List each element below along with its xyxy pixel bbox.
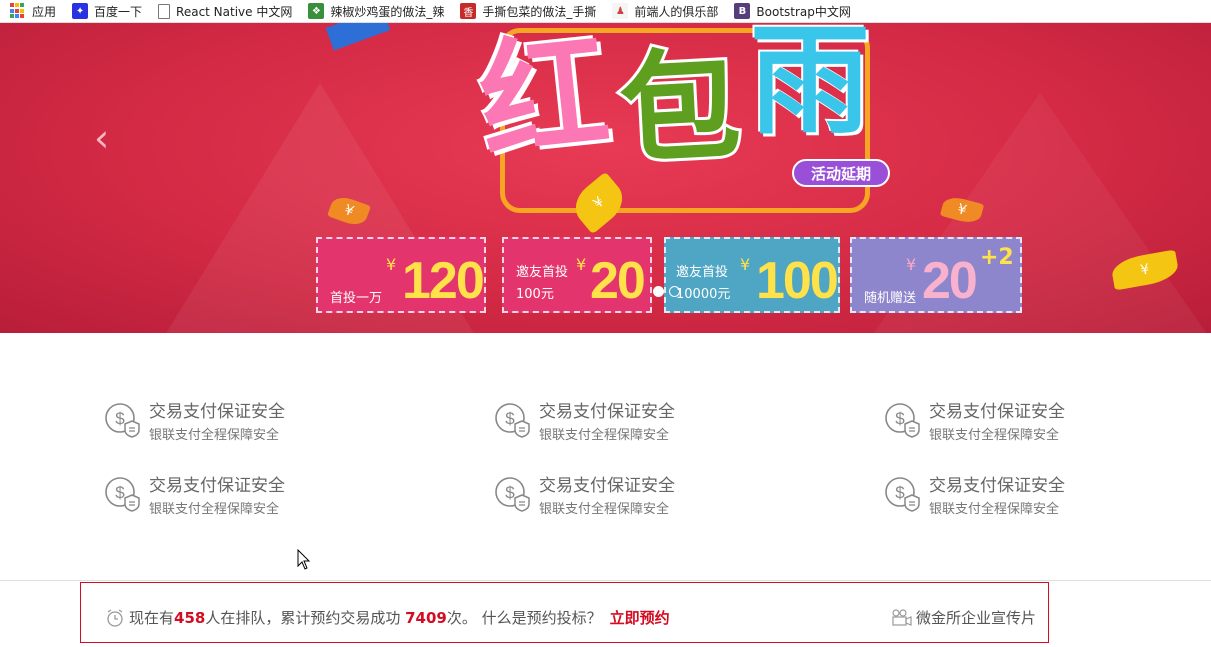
feature-title: 交易支付保证安全 — [149, 476, 285, 496]
feature-item: $ 交易支付保证安全银联支付全程保障安全 — [494, 400, 754, 456]
bookmark-apps[interactable]: 应用 — [10, 3, 56, 20]
coupon-label: 邀友首投 — [676, 265, 729, 280]
secure-payment-icon: $ — [885, 477, 920, 512]
queue-notice: 现在有 458 人在排队，累计预约交易成功 7409 次。 什么是预约投标？ 立即预约… — [80, 582, 1049, 643]
coupon-card: 首投一万 ¥ 120 — [316, 237, 486, 313]
currency-symbol: ¥ — [740, 255, 751, 274]
secure-payment-icon: $ — [105, 403, 140, 438]
club-icon: ♟ — [612, 3, 629, 19]
carousel-dot-active[interactable] — [653, 286, 664, 297]
extended-badge: 活动延期 — [792, 159, 890, 187]
svg-text:$: $ — [895, 483, 905, 502]
promo-banner[interactable]: ‹ 红 包 雨 活动延期 ¥ ¥ ¥ ¥ 首投一万 ¥ 120 邀友首投 100… — [0, 23, 1211, 333]
feature-title: 交易支付保证安全 — [539, 476, 675, 496]
mouse-cursor-icon — [297, 549, 311, 570]
feature-item: $ 交易支付保证安全银联支付全程保障安全 — [884, 400, 1144, 456]
svg-text:$: $ — [895, 409, 905, 428]
bookmark-label: 前端人的俱乐部 — [634, 4, 719, 19]
bookmark-recipe-1[interactable]: ❖ 辣椒炒鸡蛋的做法_辣 — [308, 3, 444, 20]
carousel-prev-button[interactable]: ‹ — [94, 118, 118, 158]
bookmark-baidu[interactable]: ✦ 百度一下 — [72, 3, 142, 20]
title-char: 雨 — [750, 23, 870, 151]
coupon-card: 随机赠送 ¥ 20 +2 — [850, 237, 1022, 313]
page-icon — [158, 3, 171, 19]
feature-item: $ 交易支付保证安全银联支付全程保障安全 — [104, 400, 364, 456]
feature-title: 交易支付保证安全 — [929, 476, 1065, 496]
coupon-label: 邀友首投 — [516, 265, 569, 280]
success-count: 7409 — [405, 608, 447, 627]
section-divider — [0, 580, 1211, 581]
recipe-icon: ❖ — [308, 3, 325, 19]
feature-subtitle: 银联支付全程保障安全 — [539, 502, 670, 517]
secure-payment-icon: $ — [105, 477, 140, 512]
bookmark-label: 百度一下 — [94, 4, 143, 19]
svg-text:$: $ — [505, 409, 515, 428]
coupon-value: 120 — [402, 252, 485, 310]
bookmark-recipe-2[interactable]: 香 手撕包菜的做法_手撕 — [460, 3, 596, 20]
svg-text:$: $ — [115, 483, 125, 502]
feature-subtitle: 银联支付全程保障安全 — [539, 428, 670, 443]
feature-item: $ 交易支付保证安全银联支付全程保障安全 — [884, 474, 1144, 530]
title-char: 红 — [472, 23, 616, 179]
bootstrap-icon: B — [734, 3, 751, 19]
video-camera-icon — [892, 608, 912, 626]
secure-payment-icon: $ — [495, 477, 530, 512]
bookmark-bootstrap[interactable]: B Bootstrap中文网 — [734, 3, 851, 20]
notice-question: 次。 什么是预约投标？ — [446, 609, 602, 627]
notice-mid: 人在排队，累计预约交易成功 — [205, 609, 401, 627]
bookmark-label: Bootstrap中文网 — [756, 4, 851, 19]
feature-title: 交易支付保证安全 — [149, 402, 285, 422]
feature-subtitle: 银联支付全程保障安全 — [149, 428, 280, 443]
alarm-clock-icon — [107, 608, 123, 627]
secure-payment-icon: $ — [495, 403, 530, 438]
title-char: 包 — [613, 31, 746, 184]
feature-item: $ 交易支付保证安全银联支付全程保障安全 — [494, 474, 754, 530]
coupon-card: 邀友首投 10000元 ¥ 100 — [664, 237, 840, 313]
baidu-paw-icon: ✦ — [72, 3, 89, 19]
secure-payment-icon: $ — [885, 403, 920, 438]
coupon-sublabel: 100元 — [516, 287, 554, 302]
coupon-value: 100 — [756, 252, 839, 310]
feature-title: 交易支付保证安全 — [929, 402, 1065, 422]
feature-title: 交易支付保证安全 — [539, 402, 675, 422]
bookmark-label: 应用 — [32, 4, 57, 19]
queue-count: 458 — [174, 608, 206, 627]
currency-symbol: ¥ — [576, 255, 587, 274]
bookmarks-bar: 应用 ✦ 百度一下 React Native 中文网 ❖ 辣椒炒鸡蛋的做法_辣 … — [0, 0, 1211, 23]
coupon-value: 20 — [590, 252, 646, 310]
company-video-link[interactable]: 微金所企业宣传片 — [891, 607, 1036, 628]
bookmark-label: 手撕包菜的做法_手撕 — [482, 4, 597, 19]
coupon-card: 邀友首投 100元 ¥ 20 — [502, 237, 652, 313]
video-label: 微金所企业宣传片 — [915, 609, 1036, 627]
reserve-now-link[interactable]: 立即预约 — [610, 607, 670, 628]
queue-text: 现在有 458 人在排队，累计预约交易成功 7409 次。 什么是预约投标？ 立即预约 — [105, 607, 670, 628]
currency-symbol: ¥ — [906, 255, 917, 274]
coupon-bonus: +2 — [980, 245, 1014, 270]
notice-prefix: 现在有 — [129, 609, 175, 627]
bookmark-label: 辣椒炒鸡蛋的做法_辣 — [330, 4, 445, 19]
feature-item: $ 交易支付保证安全银联支付全程保障安全 — [104, 474, 364, 530]
bookmark-label: React Native 中文网 — [176, 4, 293, 19]
bookmark-club[interactable]: ♟ 前端人的俱乐部 — [612, 3, 718, 20]
coupon-value: 20 — [922, 252, 978, 310]
apps-grid-icon — [10, 3, 26, 19]
coupon-label: 随机赠送 — [864, 291, 917, 306]
svg-text:$: $ — [505, 483, 515, 502]
corner-tag — [325, 23, 391, 51]
carousel-dot[interactable] — [669, 286, 680, 297]
coupon-sublabel: 10000元 — [676, 287, 731, 302]
feature-subtitle: 银联支付全程保障安全 — [929, 502, 1060, 517]
currency-symbol: ¥ — [386, 255, 397, 274]
feature-subtitle: 银联支付全程保障安全 — [149, 502, 280, 517]
svg-text:$: $ — [115, 409, 125, 428]
coupon-label: 首投一万 — [330, 291, 383, 306]
xiang-icon: 香 — [460, 3, 477, 19]
bookmark-react-native[interactable]: React Native 中文网 — [158, 3, 292, 20]
feature-subtitle: 银联支付全程保障安全 — [929, 428, 1060, 443]
